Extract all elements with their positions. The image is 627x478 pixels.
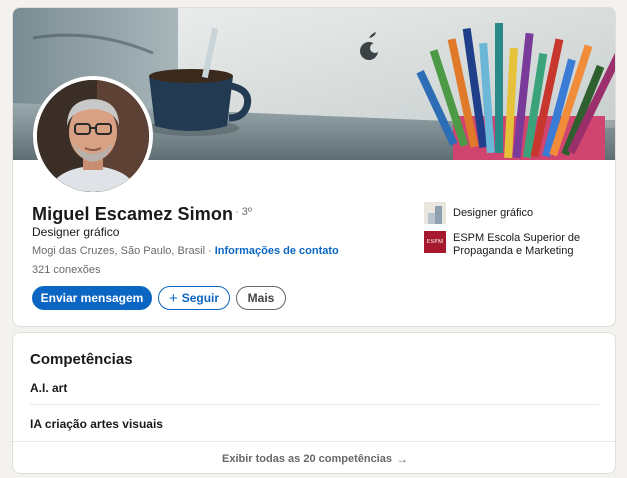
company-logo-icon [424,202,446,224]
profile-name: Miguel Escamez Simon [32,204,234,224]
skills-card: Competências A.I. art IA criação artes v… [12,332,616,474]
location-separator: · [208,245,212,257]
more-button[interactable]: Mais [236,286,286,310]
connection-degree: · 3º [235,206,252,218]
show-all-skills-button[interactable]: Exibir todas as 20 competências → [13,442,615,473]
education-title-line2: Propaganda e Marketing [453,245,574,257]
name-row: Miguel Escamez Simon · 3º [32,204,252,225]
skills-section-title: Competências [30,351,133,368]
send-message-label: Enviar mensagem [40,291,144,305]
plus-icon: + [168,289,178,307]
follow-button[interactable]: + Seguir [158,286,230,310]
avatar[interactable] [33,76,153,196]
send-message-button[interactable]: Enviar mensagem [32,286,152,310]
skill-item[interactable]: IA criação artes visuais [30,417,163,431]
education-espm[interactable]: ESPM ESPM Escola Superior de Propaganda … [424,231,580,258]
follow-label: Seguir [181,291,220,305]
location-row: Mogi das Cruzes, São Paulo, Brasil · Infor… [32,245,339,257]
experience-current-position[interactable]: Designer gráfico [424,202,533,224]
contact-info-link[interactable]: Informações de contato [215,245,339,257]
show-all-skills-label: Exibir todas as 20 competências [222,452,392,465]
profile-location: Mogi das Cruzes, São Paulo, Brasil [32,245,206,257]
connections-count: 321 conexões [32,264,101,276]
profile-card: Miguel Escamez Simon · 3º Designer gráfi… [12,7,616,327]
arrow-right-icon: → [395,451,408,466]
more-label: Mais [247,291,275,305]
profile-headline: Designer gráfico [32,225,120,239]
education-title: ESPM Escola Superior de Propaganda e Mar… [453,232,580,258]
espm-logo-icon: ESPM [424,231,446,253]
experience-title: Designer gráfico [453,207,534,219]
divider [30,404,599,405]
skill-item[interactable]: A.I. art [30,381,67,395]
education-title-line1: ESPM Escola Superior de [453,232,581,244]
